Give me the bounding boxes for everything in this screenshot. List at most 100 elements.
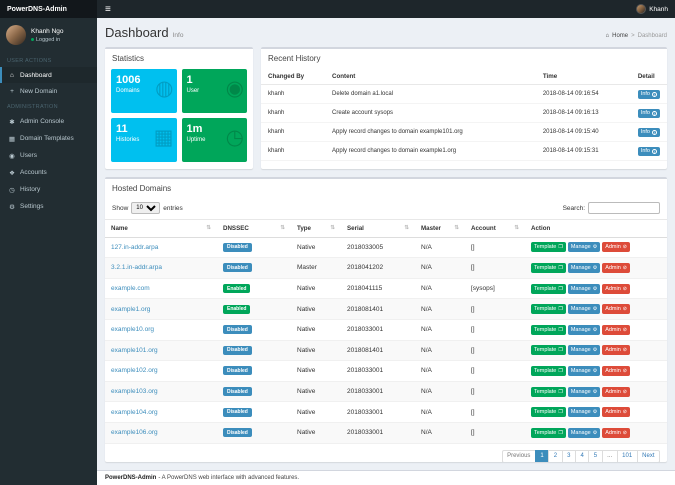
sidebar-item-accounts[interactable]: ❖Accounts (0, 164, 97, 181)
table-row: example102.orgDisabledNative2018033001N/… (105, 361, 667, 382)
manage-button[interactable]: Manage⚙ (568, 242, 600, 252)
stat-tile-domains[interactable]: 1006Domains◍ (111, 69, 177, 113)
domain-link[interactable]: 3.2.1.in-addr.arpa (111, 264, 162, 271)
manage-button[interactable]: Manage⚙ (568, 366, 600, 376)
page-button-2[interactable]: 2 (548, 450, 562, 462)
account-cell: [] (465, 237, 525, 258)
column-header-type[interactable]: Type⇅ (291, 220, 341, 238)
table-row: example.comEnabledNative2018041115N/A[sy… (105, 278, 667, 299)
sidebar-item-label: New Domain (20, 88, 57, 95)
admin-button[interactable]: Admin⊘ (602, 345, 630, 355)
table-row: 127.in-addr.arpaDisabledNative2018033005… (105, 237, 667, 258)
page-button-[interactable]: ... (602, 450, 618, 462)
search-input[interactable] (588, 202, 660, 214)
domain-link[interactable]: example103.org (111, 388, 158, 395)
template-button[interactable]: Template❐ (531, 284, 566, 294)
sidebar-item-settings[interactable]: ⚙Settings (0, 198, 97, 215)
template-button[interactable]: Template❐ (531, 366, 566, 376)
column-header-account[interactable]: Account⇅ (465, 220, 525, 238)
ban-icon: ⊘ (623, 389, 627, 395)
table-row: khanhCreate account sysops2018-08-14 09:… (261, 104, 667, 123)
clone-icon: ❐ (558, 368, 562, 374)
gear-icon: ⚙ (593, 306, 597, 312)
page-button-101[interactable]: 101 (617, 450, 638, 462)
stat-tile-histories[interactable]: 11Histories▦ (111, 118, 177, 162)
admin-button[interactable]: Admin⊘ (602, 263, 630, 273)
domain-link[interactable]: example101.org (111, 347, 158, 354)
page-button-3[interactable]: 3 (562, 450, 576, 462)
manage-button[interactable]: Manage⚙ (568, 325, 600, 335)
stat-tile-uptime[interactable]: 1mUptime◷ (182, 118, 248, 162)
admin-button[interactable]: Admin⊘ (602, 387, 630, 397)
stat-tile-user[interactable]: 1User◉ (182, 69, 248, 113)
domain-link[interactable]: example106.org (111, 429, 158, 436)
type-cell: Native (291, 381, 341, 402)
user-icon: ◉ (8, 152, 16, 160)
column-header-master[interactable]: Master⇅ (415, 220, 465, 238)
template-button[interactable]: Template❐ (531, 407, 566, 417)
manage-button[interactable]: Manage⚙ (568, 428, 600, 438)
admin-button[interactable]: Admin⊘ (602, 242, 630, 252)
page-size-select[interactable]: 10 (131, 202, 160, 214)
type-cell: Native (291, 237, 341, 258)
info-button[interactable]: Infoi (638, 109, 660, 118)
sidebar-item-new-domain[interactable]: +New Domain (0, 83, 97, 99)
admin-button[interactable]: Admin⊘ (602, 304, 630, 314)
page-button-previous[interactable]: Previous (502, 450, 536, 462)
sort-icon: ⇅ (330, 225, 335, 231)
template-button[interactable]: Template❐ (531, 387, 566, 397)
sidebar-item-users[interactable]: ◉ Users (0, 147, 97, 164)
sidebar-user-status: Logged in (31, 37, 64, 43)
admin-button[interactable]: Admin⊘ (602, 284, 630, 294)
domain-link[interactable]: example102.org (111, 367, 158, 374)
sidebar-item-label: Users (20, 152, 37, 159)
ban-icon: ⊘ (623, 430, 627, 436)
admin-button[interactable]: Admin⊘ (602, 407, 630, 417)
domain-link[interactable]: example1.org (111, 306, 150, 313)
sidebar-item-domain-templates[interactable]: ▦Domain Templates (0, 130, 97, 147)
domain-link[interactable]: example10.org (111, 326, 154, 333)
sort-icon: ⇅ (514, 225, 519, 231)
admin-button[interactable]: Admin⊘ (602, 366, 630, 376)
manage-button[interactable]: Manage⚙ (568, 407, 600, 417)
page-button-5[interactable]: 5 (588, 450, 602, 462)
master-cell: N/A (415, 319, 465, 340)
column-header-name[interactable]: Name⇅ (105, 220, 217, 238)
column-header-serial[interactable]: Serial⇅ (341, 220, 415, 238)
template-button[interactable]: Template❐ (531, 263, 566, 273)
column-header: Time (536, 68, 631, 85)
manage-button[interactable]: Manage⚙ (568, 304, 600, 314)
domain-link[interactable]: 127.in-addr.arpa (111, 244, 158, 251)
page-button-4[interactable]: 4 (575, 450, 589, 462)
type-cell: Native (291, 422, 341, 443)
template-button[interactable]: Template❐ (531, 242, 566, 252)
manage-button[interactable]: Manage⚙ (568, 263, 600, 273)
info-button[interactable]: Infoi (638, 147, 660, 156)
manage-button[interactable]: Manage⚙ (568, 345, 600, 355)
template-button[interactable]: Template❐ (531, 325, 566, 335)
page-button-1[interactable]: 1 (535, 450, 549, 462)
sidebar-item-dashboard[interactable]: ⌂Dashboard (0, 67, 97, 83)
sidebar-item-admin-console[interactable]: ✱Admin Console (0, 113, 97, 130)
template-button[interactable]: Template❐ (531, 428, 566, 438)
template-button[interactable]: Template❐ (531, 304, 566, 314)
manage-button[interactable]: Manage⚙ (568, 284, 600, 294)
admin-button[interactable]: Admin⊘ (602, 325, 630, 335)
sidebar-toggle-button[interactable]: ≡ (97, 0, 119, 18)
breadcrumb-home-link[interactable]: Home (612, 33, 628, 39)
statistics-panel: Statistics 1006Domains◍1User◉11Histories… (105, 47, 253, 169)
admin-button[interactable]: Admin⊘ (602, 428, 630, 438)
domain-link[interactable]: example104.org (111, 409, 158, 416)
sidebar-item-history[interactable]: ◷History (0, 181, 97, 198)
manage-button[interactable]: Manage⚙ (568, 387, 600, 397)
user-menu[interactable]: Khanh (629, 0, 675, 18)
info-button[interactable]: Infoi (638, 128, 660, 137)
info-button[interactable]: Infoi (638, 90, 660, 99)
domain-link[interactable]: example.com (111, 285, 150, 292)
column-header-dnssec[interactable]: DNSSEC⇅ (217, 220, 291, 238)
template-button[interactable]: Template❐ (531, 345, 566, 355)
account-cell: [] (465, 340, 525, 361)
page-button-next[interactable]: Next (637, 450, 660, 462)
table-row: 3.2.1.in-addr.arpaDisabledMaster20180412… (105, 258, 667, 279)
column-header-action[interactable]: Action (525, 220, 667, 238)
